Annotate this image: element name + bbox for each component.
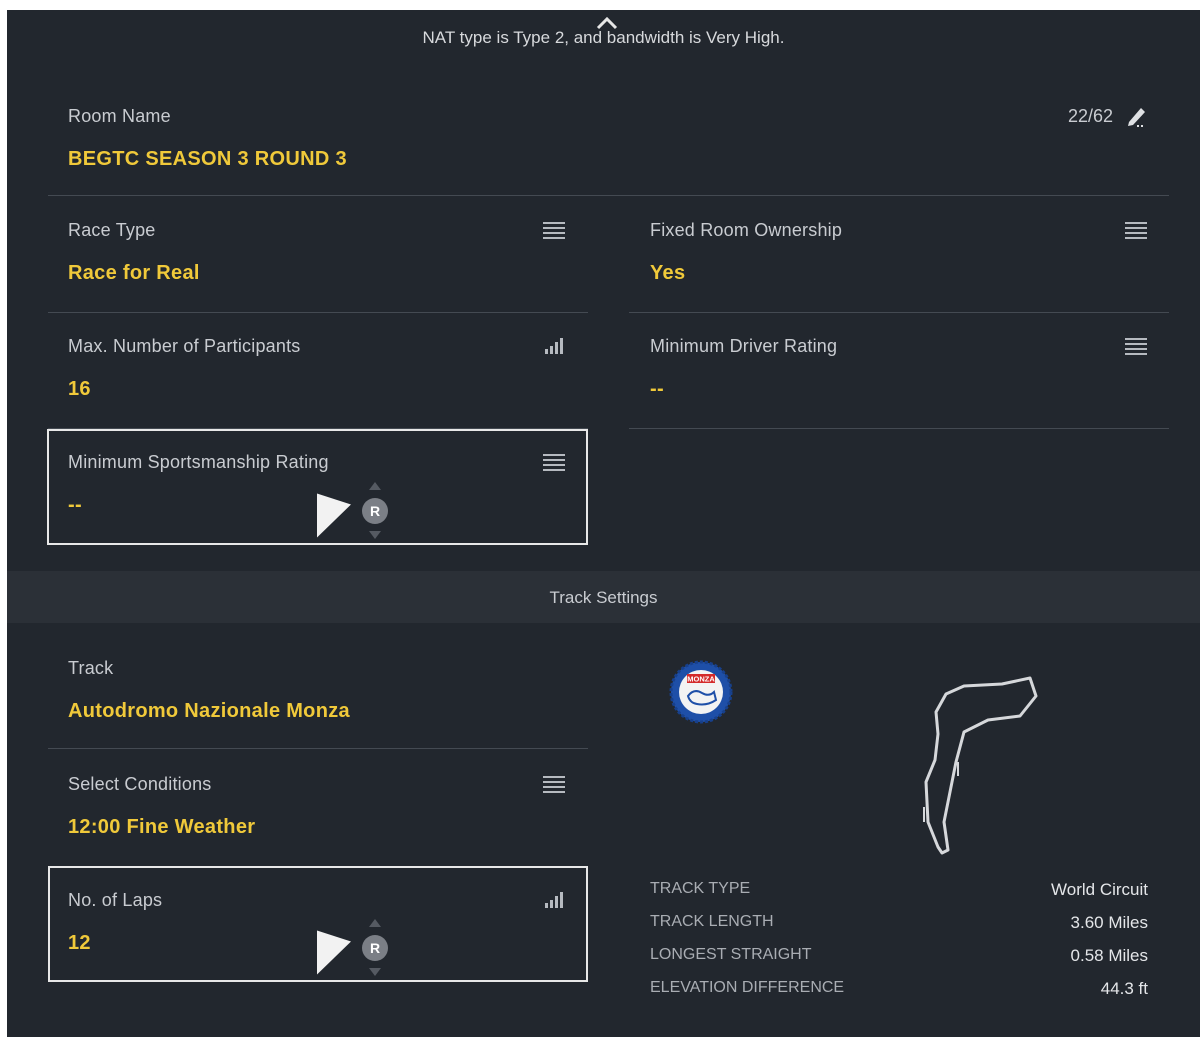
divider [629,428,1169,429]
elevation-difference-value: 44.3 ft [1100,979,1148,998]
room-name-value[interactable]: BEGTC SEASON 3 ROUND 3 [68,148,347,171]
r-button-icon: R [362,498,388,524]
divider [48,312,588,313]
room-name-label: Room Name [68,106,171,126]
race-type-label: Race Type [68,220,156,240]
arrow-down-icon [369,531,381,539]
menu-icon[interactable] [543,454,565,471]
track-settings-header: Track Settings [549,588,658,607]
divider [48,195,1169,196]
track-map [902,672,1052,857]
menu-icon[interactable] [543,776,565,793]
menu-icon[interactable] [1125,222,1147,239]
conditions-label: Select Conditions [68,774,212,794]
fixed-room-ownership-label: Fixed Room Ownership [650,220,843,240]
laps-value[interactable]: 12 [68,932,91,955]
track-length-label: TRACK LENGTH [650,913,774,930]
track-value[interactable]: Autodromo Nazionale Monza [68,700,350,723]
max-participants-label: Max. Number of Participants [68,336,301,356]
longest-straight-label: LONGEST STRAIGHT [650,946,812,963]
min-driver-rating-value[interactable]: -- [650,378,664,401]
signal-bars-icon[interactable] [545,892,565,908]
divider [48,748,588,749]
track-label: Track [68,658,114,678]
divider [629,312,1169,313]
track-type-value: World Circuit [1051,880,1148,899]
track-length-value: 3.60 Miles [1070,913,1148,932]
arrow-up-icon [369,919,381,927]
track-type-label: TRACK TYPE [650,880,751,897]
max-participants-value[interactable]: 16 [68,378,91,401]
r-button-icon: R [362,935,388,961]
network-status-text: NAT type is Type 2, and bandwidth is Ver… [422,28,785,47]
pencil-icon[interactable] [1125,104,1149,128]
min-sportsmanship-rating-value[interactable]: -- [68,494,82,517]
fixed-room-ownership-value[interactable]: Yes [650,262,685,285]
track-logo: MONZA [669,660,733,724]
signal-bars-icon[interactable] [545,338,565,354]
room-settings-screen: NAT type is Type 2, and bandwidth is Ver… [7,10,1200,1037]
conditions-value[interactable]: 12:00 Fine Weather [68,816,255,839]
min-driver-rating-label: Minimum Driver Rating [650,336,838,356]
arrow-up-icon [369,482,381,490]
laps-label: No. of Laps [68,890,163,910]
room-name-char-count: 22/62 [1067,106,1113,126]
min-sportsmanship-rating-label: Minimum Sportsmanship Rating [68,452,329,472]
longest-straight-value: 0.58 Miles [1070,946,1148,965]
menu-icon[interactable] [543,222,565,239]
race-type-value[interactable]: Race for Real [68,262,200,285]
arrow-down-icon [369,968,381,976]
menu-icon[interactable] [1125,338,1147,355]
elevation-difference-label: ELEVATION DIFFERENCE [650,979,845,996]
track-logo-text: MONZA [687,675,715,684]
